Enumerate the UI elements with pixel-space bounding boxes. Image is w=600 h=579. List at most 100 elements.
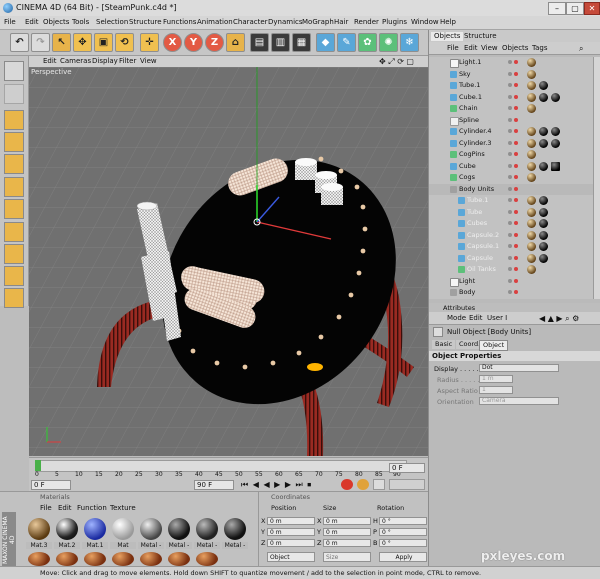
rotation-p-field[interactable]: 0 ° (379, 528, 427, 536)
material-tag[interactable] (539, 92, 548, 102)
material-tag[interactable] (527, 150, 536, 159)
close-button[interactable]: ✕ (584, 2, 600, 15)
materials-menu-file[interactable]: File (40, 504, 52, 512)
material-swatch[interactable] (140, 552, 162, 566)
objects-menu-objects[interactable]: Objects (502, 44, 528, 52)
object-row[interactable]: Light.1 (429, 57, 600, 68)
material-swatch[interactable] (28, 552, 50, 566)
material-tag[interactable] (551, 127, 560, 136)
material-tag[interactable] (527, 253, 536, 263)
attributes-menu-edit[interactable]: Edit (469, 314, 483, 322)
render-view-icon[interactable]: ▤ (250, 33, 269, 52)
orientation-dropdown[interactable]: Camera (479, 397, 559, 405)
tab-structure[interactable]: Structure (461, 32, 500, 41)
playhead[interactable] (35, 460, 41, 471)
size-z-field[interactable]: 0 m (323, 539, 371, 547)
size-x-field[interactable]: 0 m (323, 517, 371, 525)
scale-icon[interactable]: ▣ (94, 33, 113, 52)
objects-menu-file[interactable]: File (447, 44, 459, 52)
material-tag[interactable] (539, 219, 548, 228)
object-row[interactable]: Spline (429, 115, 600, 126)
object-row[interactable]: Cube (429, 161, 600, 172)
material-tag[interactable] (527, 81, 536, 90)
nurbs-icon[interactable]: ✿ (358, 33, 377, 52)
object-row[interactable]: Tube (429, 207, 600, 218)
coord-mode-dropdown[interactable]: Object (267, 552, 315, 562)
minimize-button[interactable]: – (548, 2, 566, 15)
material-swatch[interactable] (84, 518, 106, 540)
material-swatch[interactable] (112, 518, 134, 540)
visibility-dots[interactable] (508, 140, 522, 146)
menu-character[interactable]: Character (233, 18, 268, 26)
visibility-dots[interactable] (508, 175, 522, 180)
material-tag[interactable] (527, 92, 536, 102)
material-swatch[interactable] (56, 518, 78, 540)
tweak-mode-icon[interactable] (4, 199, 24, 219)
playback-controls[interactable]: ⏮ ◀ ◀ ▶ ▶ ⏭ ⏹ (241, 480, 312, 490)
objects-menu-view[interactable]: View (481, 44, 498, 52)
model-mode-icon[interactable] (4, 61, 24, 81)
start-frame-field[interactable]: 0 F (31, 480, 71, 490)
radius-field[interactable]: 1 m (479, 375, 513, 383)
materials-menu-texture[interactable]: Texture (110, 504, 136, 512)
menu-file[interactable]: File (4, 18, 16, 26)
move-icon[interactable]: ✥ (73, 33, 92, 52)
object-row[interactable]: Body (429, 287, 600, 298)
material-swatch[interactable] (168, 552, 190, 566)
deformer-icon[interactable]: ❄ (400, 33, 419, 52)
material-tag[interactable] (527, 161, 536, 171)
object-row[interactable]: Cubes (429, 218, 600, 229)
visibility-dots[interactable] (508, 255, 522, 261)
end-frame-field[interactable]: 90 F (194, 480, 234, 490)
object-row[interactable]: Capsule (429, 253, 600, 264)
viewport-menu-view[interactable]: View (140, 57, 157, 65)
undo-icon[interactable]: ↶ (10, 33, 29, 52)
menu-hair[interactable]: Hair (334, 18, 348, 26)
rotate-icon[interactable]: ⟲ (115, 33, 134, 52)
material-tag[interactable] (527, 58, 536, 67)
visibility-dots[interactable] (508, 221, 522, 226)
texture-mode-icon[interactable] (4, 84, 24, 104)
material-tag[interactable] (551, 92, 560, 102)
menu-render[interactable]: Render (354, 18, 379, 26)
z-axis-lock-button[interactable]: Z (205, 33, 224, 52)
position-y-field[interactable]: 0 m (267, 528, 315, 536)
attributes-menu-mode[interactable]: Mode (447, 314, 466, 322)
apply-button[interactable]: Apply (379, 552, 427, 562)
snap-icon[interactable] (4, 244, 24, 264)
visibility-dots[interactable] (508, 278, 522, 284)
menu-tools[interactable]: Tools (72, 18, 89, 26)
position-z-field[interactable]: 0 m (267, 539, 315, 547)
search-icon[interactable]: ⌕ (579, 44, 583, 54)
edges-mode-icon[interactable] (4, 132, 24, 152)
material-swatch[interactable] (84, 552, 106, 566)
visibility-dots[interactable] (508, 186, 522, 192)
material-tag[interactable] (539, 127, 548, 136)
attributes-menu-user[interactable]: User I (487, 314, 507, 322)
objects-menu-edit[interactable]: Edit (464, 44, 478, 52)
record-button[interactable] (341, 479, 353, 490)
material-tag[interactable] (539, 161, 548, 171)
aspect-ratio-field[interactable]: 1 (479, 386, 513, 394)
tab-objects[interactable]: Objects (431, 32, 464, 41)
material-tag[interactable] (527, 138, 536, 148)
visibility-dots[interactable] (508, 290, 522, 295)
render-settings-icon[interactable]: ▦ (292, 33, 311, 52)
material-tag[interactable] (539, 138, 548, 148)
y-axis-lock-button[interactable]: Y (184, 33, 203, 52)
menu-mograph[interactable]: MoGraph (302, 18, 334, 26)
menu-structure[interactable]: Structure (129, 18, 162, 26)
material-tag[interactable] (527, 196, 536, 205)
polygons-mode-icon[interactable] (4, 154, 24, 174)
menu-dynamics[interactable]: Dynamics (268, 18, 303, 26)
menu-animation[interactable]: Animation (197, 18, 233, 26)
object-row[interactable]: Chain (429, 103, 600, 114)
visibility-dots[interactable] (508, 83, 522, 88)
menu-plugins[interactable]: Plugins (382, 18, 407, 26)
material-tag[interactable] (527, 219, 536, 228)
keyframe-selection-button[interactable] (373, 479, 385, 490)
cube-primitive-icon[interactable]: ◆ (316, 33, 335, 52)
object-list-scrollbar[interactable] (593, 57, 600, 299)
material-tag[interactable] (539, 253, 548, 263)
visibility-dots[interactable] (508, 94, 522, 100)
